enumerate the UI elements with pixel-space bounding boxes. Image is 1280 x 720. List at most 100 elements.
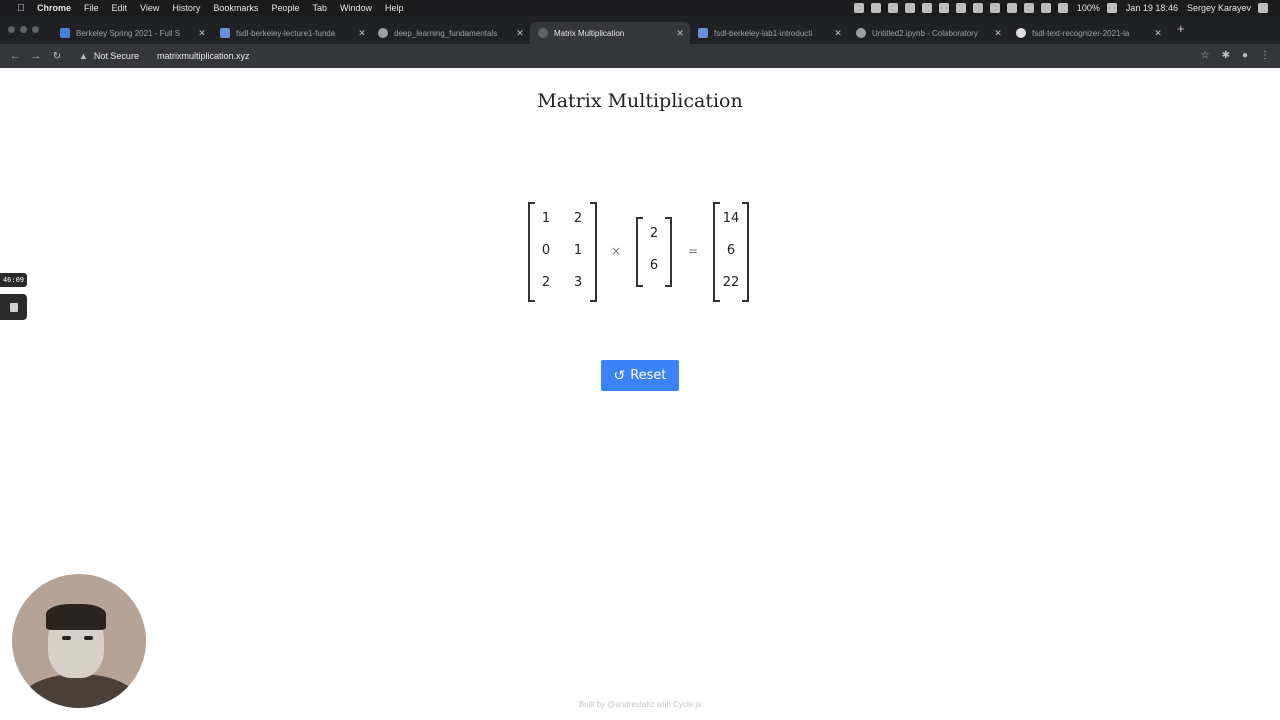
status-app-icon[interactable] [989,3,1000,13]
battery-percent[interactable]: 100% [1077,3,1100,13]
back-icon[interactable]: ← [9,51,21,62]
new-tab-icon[interactable]: + [1177,21,1185,36]
clock[interactable]: Jan 19 18:46 [1126,3,1178,13]
webcam-eye [84,636,93,640]
browser-toolbar: ← → ↻ ▲ Not Secure matrixmultiplication.… [0,44,1280,68]
wifi-icon[interactable] [1040,3,1051,13]
tab-title: Untitled2.ipynb - Colaboratory [872,28,978,38]
security-label[interactable]: Not Secure [94,51,139,61]
volume-icon[interactable] [1057,3,1068,13]
status-app-icon[interactable] [853,3,864,13]
close-tab-icon[interactable]: ✕ [514,28,526,39]
status-app-icon[interactable] [972,3,983,13]
status-app-icon[interactable] [938,3,949,13]
minimize-window-icon[interactable] [20,26,27,33]
tab-title: fsdl-berkeley-lab1-introducti [714,28,813,38]
matrix-a-cell: 3 [573,275,583,290]
close-tab-icon[interactable]: ✕ [992,28,1004,39]
stop-icon [9,302,18,312]
reload-icon[interactable]: ↻ [51,51,63,62]
colab-icon [856,28,866,38]
extensions-icon[interactable]: ✱ [1222,50,1230,61]
menu-edit[interactable]: Edit [112,3,128,13]
equals-symbol: = [688,244,699,258]
drive-icon [698,28,708,38]
status-app-icon[interactable] [870,3,881,13]
browser-tab[interactable]: deep_learning_fundamentals ✕ [370,22,530,44]
loading-icon [538,28,548,38]
page-content: Matrix Multiplication 1 2 0 1 2 3 × 2 6 … [0,68,1280,720]
result-cell: 6 [726,243,736,258]
menu-view[interactable]: View [140,3,159,13]
apple-menu-icon[interactable]:  [14,3,28,14]
status-app-icon[interactable] [1023,3,1034,13]
window-controls [8,26,39,33]
docs-icon [60,28,70,38]
browser-tab[interactable]: fsdl-berkeley-lecture1-funda ✕ [212,22,372,44]
matrix-a-cell: 1 [541,211,551,226]
tab-strip: Berkeley Spring 2021 - Full S ✕ fsdl-ber… [0,16,1280,44]
menu-window[interactable]: Window [340,3,372,13]
vector-b: 2 6 [636,217,672,287]
cloud-icon[interactable] [921,3,932,13]
battery-icon[interactable] [1106,3,1117,13]
forward-icon[interactable]: → [30,51,42,62]
more-icon[interactable]: ⋮ [1260,50,1270,61]
close-tab-icon[interactable]: ✕ [674,28,686,39]
matrix-a-cell: 2 [573,211,583,226]
page-title: Matrix Multiplication [537,90,743,112]
result-cell: 14 [722,211,740,226]
close-tab-icon[interactable]: ✕ [196,28,208,39]
browser-tab[interactable]: Berkeley Spring 2021 - Full S ✕ [52,22,212,44]
cloud-icon[interactable] [904,3,915,13]
warning-icon[interactable]: ▲ [79,51,88,61]
browser-tab[interactable]: fsdl-text-recognizer-2021-la ✕ [1008,22,1168,44]
star-icon[interactable]: ☆ [1201,50,1210,61]
close-tab-icon[interactable]: ✕ [1152,28,1164,39]
browser-tab-active[interactable]: Matrix Multiplication ✕ [530,22,690,44]
app-menu[interactable]: Chrome [37,3,71,13]
maximize-window-icon[interactable] [32,26,39,33]
matrix-a-cell: 1 [573,243,583,258]
close-tab-icon[interactable]: ✕ [356,28,368,39]
webcam-hair [46,604,106,630]
profile-icon[interactable]: ● [1242,50,1248,61]
close-tab-icon[interactable]: ✕ [832,28,844,39]
status-area: 100% Jan 19 18:46 Sergey Karayev [853,0,1268,16]
toolbar-actions: ☆ ✱ ● ⋮ [1201,50,1270,61]
webcam-eye [62,636,71,640]
close-window-icon[interactable] [8,26,15,33]
github-icon [1016,28,1026,38]
tab-title: Berkeley Spring 2021 - Full S [76,28,181,38]
menu-file[interactable]: File [84,3,99,13]
reset-icon: ↺ [613,367,626,384]
stop-recording-button[interactable] [0,294,27,320]
macos-menubar:  Chrome File Edit View History Bookmark… [0,0,1280,16]
result-cell: 22 [722,275,740,290]
menu-tab[interactable]: Tab [312,3,327,13]
matrix-a: 1 2 0 1 2 3 [528,202,597,302]
url-field[interactable]: matrixmultiplication.xyz [157,51,250,61]
footer-credit[interactable]: Built by @andrestaltz with Cycle.js [0,700,1280,709]
dropbox-icon[interactable] [887,3,898,13]
tab-title: Matrix Multiplication [554,28,625,38]
menu-bookmarks[interactable]: Bookmarks [213,3,258,13]
browser-tab[interactable]: Untitled2.ipynb - Colaboratory ✕ [848,22,1008,44]
status-app-icon[interactable] [1006,3,1017,13]
menu-help[interactable]: Help [385,3,404,13]
browser-tab[interactable]: fsdl-berkeley-lab1-introducti ✕ [690,22,848,44]
status-app-icon[interactable] [955,3,966,13]
menu-history[interactable]: History [172,3,200,13]
user-name[interactable]: Sergey Karayev [1187,3,1251,13]
recording-timer: 46:09 [0,273,27,287]
globe-icon [378,28,388,38]
webcam-shirt [22,674,136,708]
vector-b-cell: 6 [649,258,659,273]
drive-icon [220,28,230,38]
times-symbol: × [611,244,622,258]
vector-b-cell: 2 [649,226,659,241]
menu-list-icon[interactable] [1258,3,1268,13]
reset-button[interactable]: ↺ Reset [601,360,679,391]
menu-people[interactable]: People [271,3,299,13]
reset-label: Reset [630,368,667,383]
